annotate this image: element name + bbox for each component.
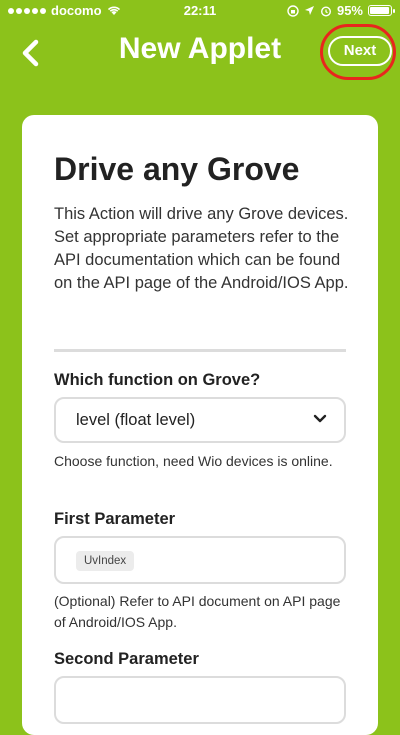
action-title: Drive any Grove	[54, 151, 300, 187]
status-bar: docomo 22:11 95%	[0, 0, 400, 22]
status-right: 95%	[287, 3, 395, 18]
battery-percent: 95%	[336, 3, 363, 18]
function-hint: Choose function, need Wio devices is onl…	[54, 453, 333, 469]
action-description: This Action will drive any Grove devices…	[54, 205, 349, 292]
battery-icon	[368, 5, 395, 16]
function-select[interactable]: level (float level)	[54, 397, 346, 443]
action-card: Drive any Grove This Action will drive a…	[22, 115, 378, 735]
first-parameter-label: First Parameter	[54, 510, 176, 528]
chevron-down-icon	[313, 414, 327, 423]
location-arrow-icon	[304, 6, 314, 15]
first-parameter-hint: (Optional) Refer to API document on API …	[54, 593, 341, 630]
rotation-lock-icon	[287, 4, 299, 17]
function-select-value: level (float level)	[76, 411, 196, 429]
nav-bar: New Applet Next	[0, 22, 400, 86]
next-button[interactable]: Next	[328, 36, 392, 66]
second-parameter-label: Second Parameter	[54, 650, 199, 668]
first-parameter-input[interactable]: UvIndex	[54, 536, 346, 584]
function-label: Which function on Grove?	[54, 371, 261, 389]
divider	[54, 349, 346, 352]
ingredient-chip[interactable]: UvIndex	[76, 551, 135, 571]
second-parameter-input[interactable]	[54, 676, 346, 724]
alarm-icon	[320, 5, 331, 17]
